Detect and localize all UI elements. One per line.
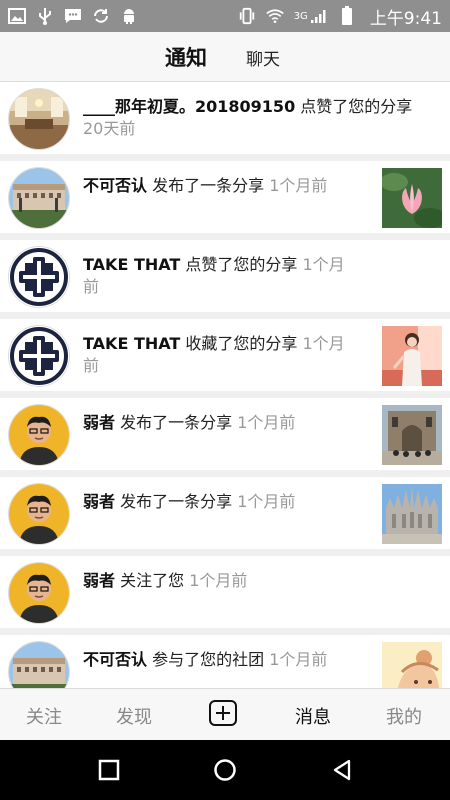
notification-item[interactable]: 弱者 关注了您 1个月前 — [0, 556, 450, 628]
notification-text: 弱者 发布了一条分享 1个月前 — [83, 412, 345, 434]
circle-icon — [214, 759, 236, 781]
post-thumbnail[interactable] — [382, 168, 442, 228]
notification-text: 弱者 发布了一条分享 1个月前 — [83, 491, 345, 513]
notification-text: TAKE THAT 点赞了您的分享 1个月前 — [83, 254, 360, 298]
action-text: 发布了一条分享 — [115, 413, 233, 432]
action-text: 发布了一条分享 — [115, 492, 233, 511]
action-text: 收藏了您的分享 — [180, 334, 298, 353]
vibrate-icon — [238, 7, 256, 25]
username[interactable]: 弱者 — [83, 492, 115, 511]
usb-icon — [36, 7, 54, 25]
action-text: 参与了您的社团 — [147, 650, 265, 669]
add-post-button[interactable] — [209, 700, 237, 726]
tab-notifications[interactable]: 通知 — [165, 42, 207, 72]
notification-item[interactable]: TAKE THAT 收藏了您的分享 1个月前 — [0, 319, 450, 391]
nav-messages[interactable]: 消息 — [295, 703, 331, 729]
timestamp: 1个月前 — [237, 413, 296, 432]
notification-item[interactable]: TAKE THAT 点赞了您的分享 1个月前 — [0, 240, 450, 312]
clock: 上午9:41 — [369, 8, 442, 29]
avatar[interactable] — [8, 325, 70, 387]
post-thumbnail[interactable] — [382, 642, 442, 688]
recent-apps-button[interactable] — [97, 758, 121, 782]
avatar[interactable] — [8, 167, 70, 229]
notification-text: ____那年初夏。201809150 点赞了您的分享 20天前 — [83, 96, 430, 140]
post-thumbnail[interactable] — [382, 326, 442, 386]
notification-text: 不可否认 发布了一条分享 1个月前 — [83, 175, 345, 197]
nav-discover[interactable]: 发现 — [116, 703, 152, 729]
avatar[interactable] — [8, 88, 70, 150]
gallery-icon — [8, 7, 26, 25]
square-icon — [98, 759, 120, 781]
nav-follow[interactable]: 关注 — [26, 703, 62, 729]
system-nav-bar — [0, 740, 450, 800]
username[interactable]: 不可否认 — [83, 176, 147, 195]
timestamp: 1个月前 — [269, 650, 328, 669]
notification-list: ____那年初夏。201809150 点赞了您的分享 20天前 不可否认 发布了… — [0, 82, 450, 688]
timestamp: 1个月前 — [189, 571, 248, 590]
post-thumbnail[interactable] — [382, 405, 442, 465]
action-text: 点赞了您的分享 — [180, 255, 298, 274]
notification-item[interactable]: 弱者 发布了一条分享 1个月前 — [0, 398, 450, 470]
battery-icon — [338, 6, 356, 25]
sync-icon — [92, 7, 110, 25]
action-text: 点赞了您的分享 — [295, 97, 413, 116]
username[interactable]: ____那年初夏。201809150 — [83, 97, 295, 116]
top-tab-bar: 通知 聊天 — [0, 32, 450, 82]
wifi-icon — [265, 7, 284, 25]
action-text: 关注了您 — [115, 571, 185, 590]
status-bar: 3G 上午9:41 — [0, 0, 450, 32]
tab-chat[interactable]: 聊天 — [246, 45, 280, 70]
notification-item[interactable]: ____那年初夏。201809150 点赞了您的分享 20天前 — [0, 82, 450, 154]
username[interactable]: 不可否认 — [83, 650, 147, 669]
avatar[interactable] — [8, 562, 70, 624]
network-type-label: 3G — [293, 10, 308, 22]
username[interactable]: TAKE THAT — [83, 334, 180, 353]
avatar[interactable] — [8, 404, 70, 466]
signal-icon — [310, 7, 328, 25]
username[interactable]: TAKE THAT — [83, 255, 180, 274]
notification-text: 不可否认 参与了您的社团 1个月前 — [83, 649, 345, 671]
timestamp: 1个月前 — [237, 492, 296, 511]
notification-item[interactable]: 不可否认 参与了您的社团 1个月前 — [0, 635, 450, 688]
notification-text: 弱者 关注了您 1个月前 — [83, 570, 430, 592]
back-triangle-icon — [333, 759, 351, 781]
home-button[interactable] — [213, 758, 237, 782]
bottom-nav: 关注 发现 消息 我的 — [0, 688, 450, 740]
notification-item[interactable]: 弱者 发布了一条分享 1个月前 — [0, 477, 450, 549]
avatar[interactable] — [8, 483, 70, 545]
timestamp: 20天前 — [83, 119, 136, 138]
avatar[interactable] — [8, 641, 70, 688]
back-button[interactable] — [330, 758, 354, 782]
notification-item[interactable]: 不可否认 发布了一条分享 1个月前 — [0, 161, 450, 233]
message-icon — [64, 7, 82, 25]
action-text: 发布了一条分享 — [147, 176, 265, 195]
post-thumbnail[interactable] — [382, 484, 442, 544]
notification-text: TAKE THAT 收藏了您的分享 1个月前 — [83, 333, 345, 377]
username[interactable]: 弱者 — [83, 413, 115, 432]
username[interactable]: 弱者 — [83, 571, 115, 590]
android-icon — [120, 7, 138, 25]
avatar[interactable] — [8, 246, 70, 308]
nav-mine[interactable]: 我的 — [386, 703, 422, 729]
timestamp: 1个月前 — [269, 176, 328, 195]
